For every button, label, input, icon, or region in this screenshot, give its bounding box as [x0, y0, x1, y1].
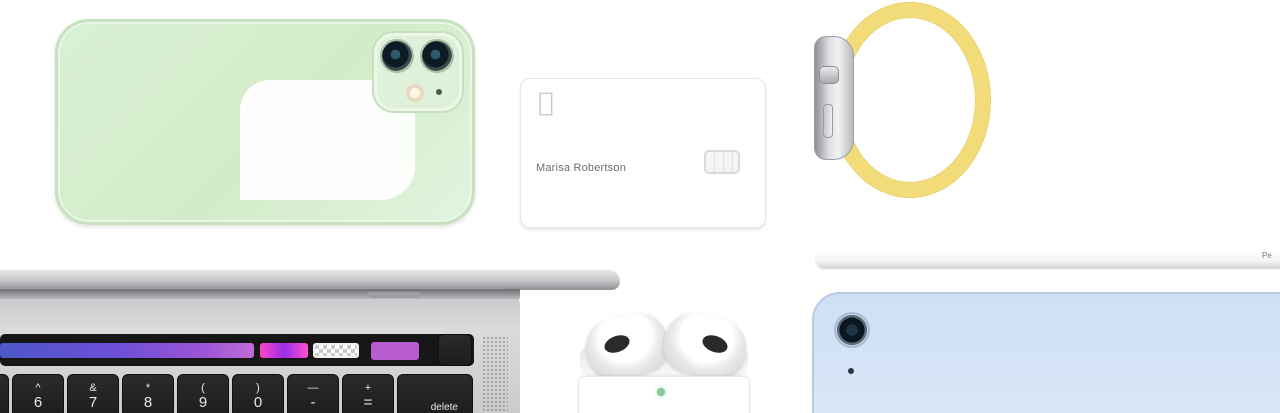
pencil-label: Pe [1262, 251, 1272, 260]
ipad-camera-icon [834, 312, 870, 348]
keyboard-key-minus: — - [287, 374, 339, 413]
digital-crown-icon [819, 66, 839, 84]
ipad-microphone-icon [848, 368, 854, 374]
macbook-hinge [0, 289, 520, 299]
touch-bar-transparency-swatch [313, 343, 359, 358]
watch-band [830, 3, 990, 197]
camera-lens-icon [420, 39, 454, 73]
keyboard-key-delete: delete [397, 374, 473, 413]
keyboard-key-9: (9 [177, 374, 229, 413]
touch-id-key [438, 334, 472, 366]
camera-lens-icon [380, 39, 414, 73]
keyboard-key-5 [0, 374, 9, 413]
flash-icon [406, 84, 424, 102]
speaker-grille [482, 336, 508, 413]
keyboard-key-6: ^ 6 [12, 374, 64, 413]
hinge-notch [368, 292, 420, 298]
status-light-icon [657, 388, 665, 396]
touch-bar-gradient-slider [0, 343, 254, 358]
keyboard-key-equals: + = [342, 374, 394, 413]
macbook-lid [0, 270, 620, 290]
card-holder-name: Marisa Robertson [536, 162, 627, 174]
touch-bar-swatch [260, 343, 308, 358]
watch-side-button [823, 104, 833, 138]
apple-pencil [816, 250, 1280, 268]
keyboard-key-7: & 7 [67, 374, 119, 413]
apple-logo-icon:  [538, 88, 554, 118]
card-chip-icon [704, 150, 740, 174]
touch-bar-color-swatch [371, 342, 419, 360]
microphone-icon [436, 89, 442, 95]
ipad-product [812, 292, 1280, 413]
watch-case [814, 36, 854, 160]
keyboard-key-8: * 8 [122, 374, 174, 413]
keyboard-key-0: ) 0 [232, 374, 284, 413]
